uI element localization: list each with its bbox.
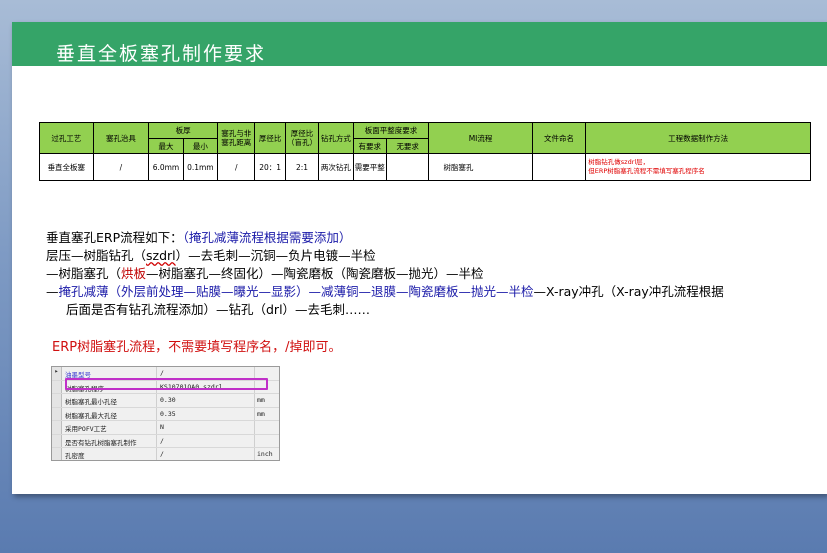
- header-file-naming: 文件命名: [531, 122, 587, 154]
- header-required: 有要求: [352, 138, 387, 154]
- flow-line-5: 后面是否有钻孔流程添加）—钻孔（drl）—去毛刺……: [66, 302, 371, 317]
- header-board-thickness: 板厚: [148, 122, 219, 139]
- flow-thinning-steps: 掩孔减薄（外层前处理—贴膜—曝光—显影）—减薄铜—退膜—陶瓷磨板—抛光—半检: [58, 284, 534, 299]
- flow-line-3: —树脂塞孔（烘板—树脂塞孔—终固化）—陶瓷磨板（陶瓷磨板—抛光）—半检: [46, 265, 724, 283]
- erp-param-value[interactable]: /: [160, 450, 164, 458]
- erp-param-unit: mm: [257, 409, 265, 418]
- table-row: 垂直全板塞 / 6.0mm 0.1mm / 20：1 2:1 两次钻孔 需要平整…: [39, 153, 811, 181]
- erp-param-name: 是否有钻孔树脂塞孔制作: [65, 438, 137, 447]
- flow-layer-name: szdrl: [146, 248, 176, 263]
- row-indicator: ▸: [52, 367, 62, 380]
- cell-drill: 两次钻孔: [318, 153, 354, 181]
- row-indicator: [52, 380, 62, 393]
- header-distance: 塞孔与非塞孔距离: [217, 122, 256, 154]
- header-drill-method: 钻孔方式: [318, 122, 354, 154]
- cell-via-process: 垂直全板塞: [39, 153, 94, 181]
- erp-panel-row[interactable]: 孔密度 / inch: [52, 448, 279, 460]
- erp-panel-row[interactable]: 树脂塞孔最小孔径 0.30 mm: [52, 394, 279, 408]
- flow-bake-step: 烘板: [121, 266, 147, 281]
- erp-param-name: 树脂塞孔最大孔径: [65, 411, 117, 420]
- erp-param-value[interactable]: /: [160, 437, 164, 445]
- row-indicator: [52, 407, 62, 420]
- mi-flow-text: 树脂塞孔: [443, 162, 474, 172]
- row-indicator: [52, 434, 62, 447]
- method-line-1: 树脂钻孔做szdrl层，: [588, 158, 650, 166]
- row-indicator: [52, 421, 62, 434]
- flow-text: 层压—树脂钻孔（: [46, 248, 147, 263]
- erp-param-name: 孔密度: [65, 452, 85, 460]
- flow-text: ）—去毛刺—沉铜—负片电镀—半检: [175, 248, 376, 263]
- erp-param-name: 采用POFV工艺: [65, 425, 107, 433]
- process-spec-table: 过孔工艺 塞孔治具 板厚 塞孔与非塞孔距离 厚径比 厚径比（盲孔） 钻孔方式 板…: [39, 122, 811, 181]
- erp-panel-row[interactable]: 是否有钻孔树脂塞孔制作 /: [52, 434, 279, 448]
- slide-title: 垂直全板塞孔制作要求: [56, 43, 267, 65]
- flow-heading-note: （掩孔减薄流程根据需要添加）: [182, 230, 352, 245]
- cell-plug-tool: /: [92, 153, 150, 181]
- highlight-box: [65, 378, 268, 390]
- slide: 垂直全板塞孔制作要求 过孔工艺 塞孔治具 板厚 塞孔与非塞孔距离 厚径比 厚径比…: [12, 22, 827, 494]
- header-max: 最大: [148, 138, 184, 154]
- cell-mi-flow: 树脂塞孔: [428, 153, 533, 181]
- header-plug-tool: 塞孔治具: [92, 122, 150, 154]
- header-via-process: 过孔工艺: [39, 122, 94, 154]
- method-line-2: 但ERP树脂塞孔流程不需填写塞孔程序名: [588, 167, 705, 175]
- erp-param-value[interactable]: N: [160, 423, 164, 431]
- cell-required: 需要平整: [352, 153, 387, 181]
- header-thickness-ratio-blind: 厚径比（盲孔）: [284, 122, 320, 154]
- cell-not-required: [385, 153, 430, 181]
- erp-note: ERP树脂塞孔流程，不需要填写程序名，/掉即可。: [52, 340, 342, 355]
- header-not-required: 无要求: [385, 138, 430, 154]
- header-mi-flow: MI流程: [428, 122, 533, 154]
- erp-panel-row[interactable]: 采用POFV工艺 N: [52, 421, 279, 435]
- erp-param-name: 树脂塞孔最小孔径: [65, 398, 117, 406]
- erp-flow-text: 垂直塞孔ERP流程如下：（掩孔减薄流程根据需要添加） 层压—树脂钻孔（szdrl…: [46, 229, 724, 319]
- flow-text: —X-ray冲孔（X-ray冲孔流程根据: [533, 284, 724, 299]
- cell-file-naming: [531, 153, 587, 181]
- erp-param-value[interactable]: 0.30: [160, 396, 176, 404]
- flow-line-4: —掩孔减薄（外层前处理—贴膜—曝光—显影）—减薄铜—退膜—陶瓷磨板—抛光—半检—…: [46, 283, 724, 301]
- header-flatness: 板面平整度要求: [352, 122, 430, 139]
- header-min: 最小: [182, 138, 219, 154]
- header-eng-method: 工程数据制作方法: [585, 122, 811, 154]
- erp-param-unit: inch: [257, 450, 273, 458]
- row-indicator: [52, 394, 62, 407]
- cell-ratio-blind: 2:1: [284, 153, 320, 181]
- flow-line-2: 层压—树脂钻孔（szdrl）—去毛刺—沉铜—负片电镀—半检: [46, 247, 724, 265]
- flow-line-1: 垂直塞孔ERP流程如下：（掩孔减薄流程根据需要添加）: [46, 229, 724, 247]
- cell-min: 0.1mm: [182, 153, 219, 181]
- erp-param-value[interactable]: /: [160, 369, 164, 377]
- row-indicator: [52, 448, 62, 460]
- header-thickness-ratio: 厚径比: [254, 122, 286, 154]
- cell-max: 6.0mm: [148, 153, 184, 181]
- flow-text: —树脂塞孔—终固化）—陶瓷磨板（陶瓷磨板—抛光）—半检: [146, 266, 484, 281]
- cell-ratio: 20：1: [254, 153, 286, 181]
- erp-param-value[interactable]: 0.35: [160, 410, 176, 418]
- cell-distance: /: [217, 153, 256, 181]
- title-bar: 垂直全板塞孔制作要求: [12, 22, 827, 66]
- flow-text: —树脂塞孔（: [46, 266, 122, 281]
- flow-text: —: [46, 284, 59, 299]
- flow-heading: 垂直塞孔ERP流程如下：: [46, 230, 183, 245]
- erp-param-unit: mm: [257, 396, 265, 404]
- erp-panel-row[interactable]: 树脂塞孔最大孔径 0.35 mm: [52, 407, 279, 421]
- cell-eng-method: 树脂钻孔做szdrl层， 但ERP树脂塞孔流程不需填写塞孔程序名: [585, 153, 811, 181]
